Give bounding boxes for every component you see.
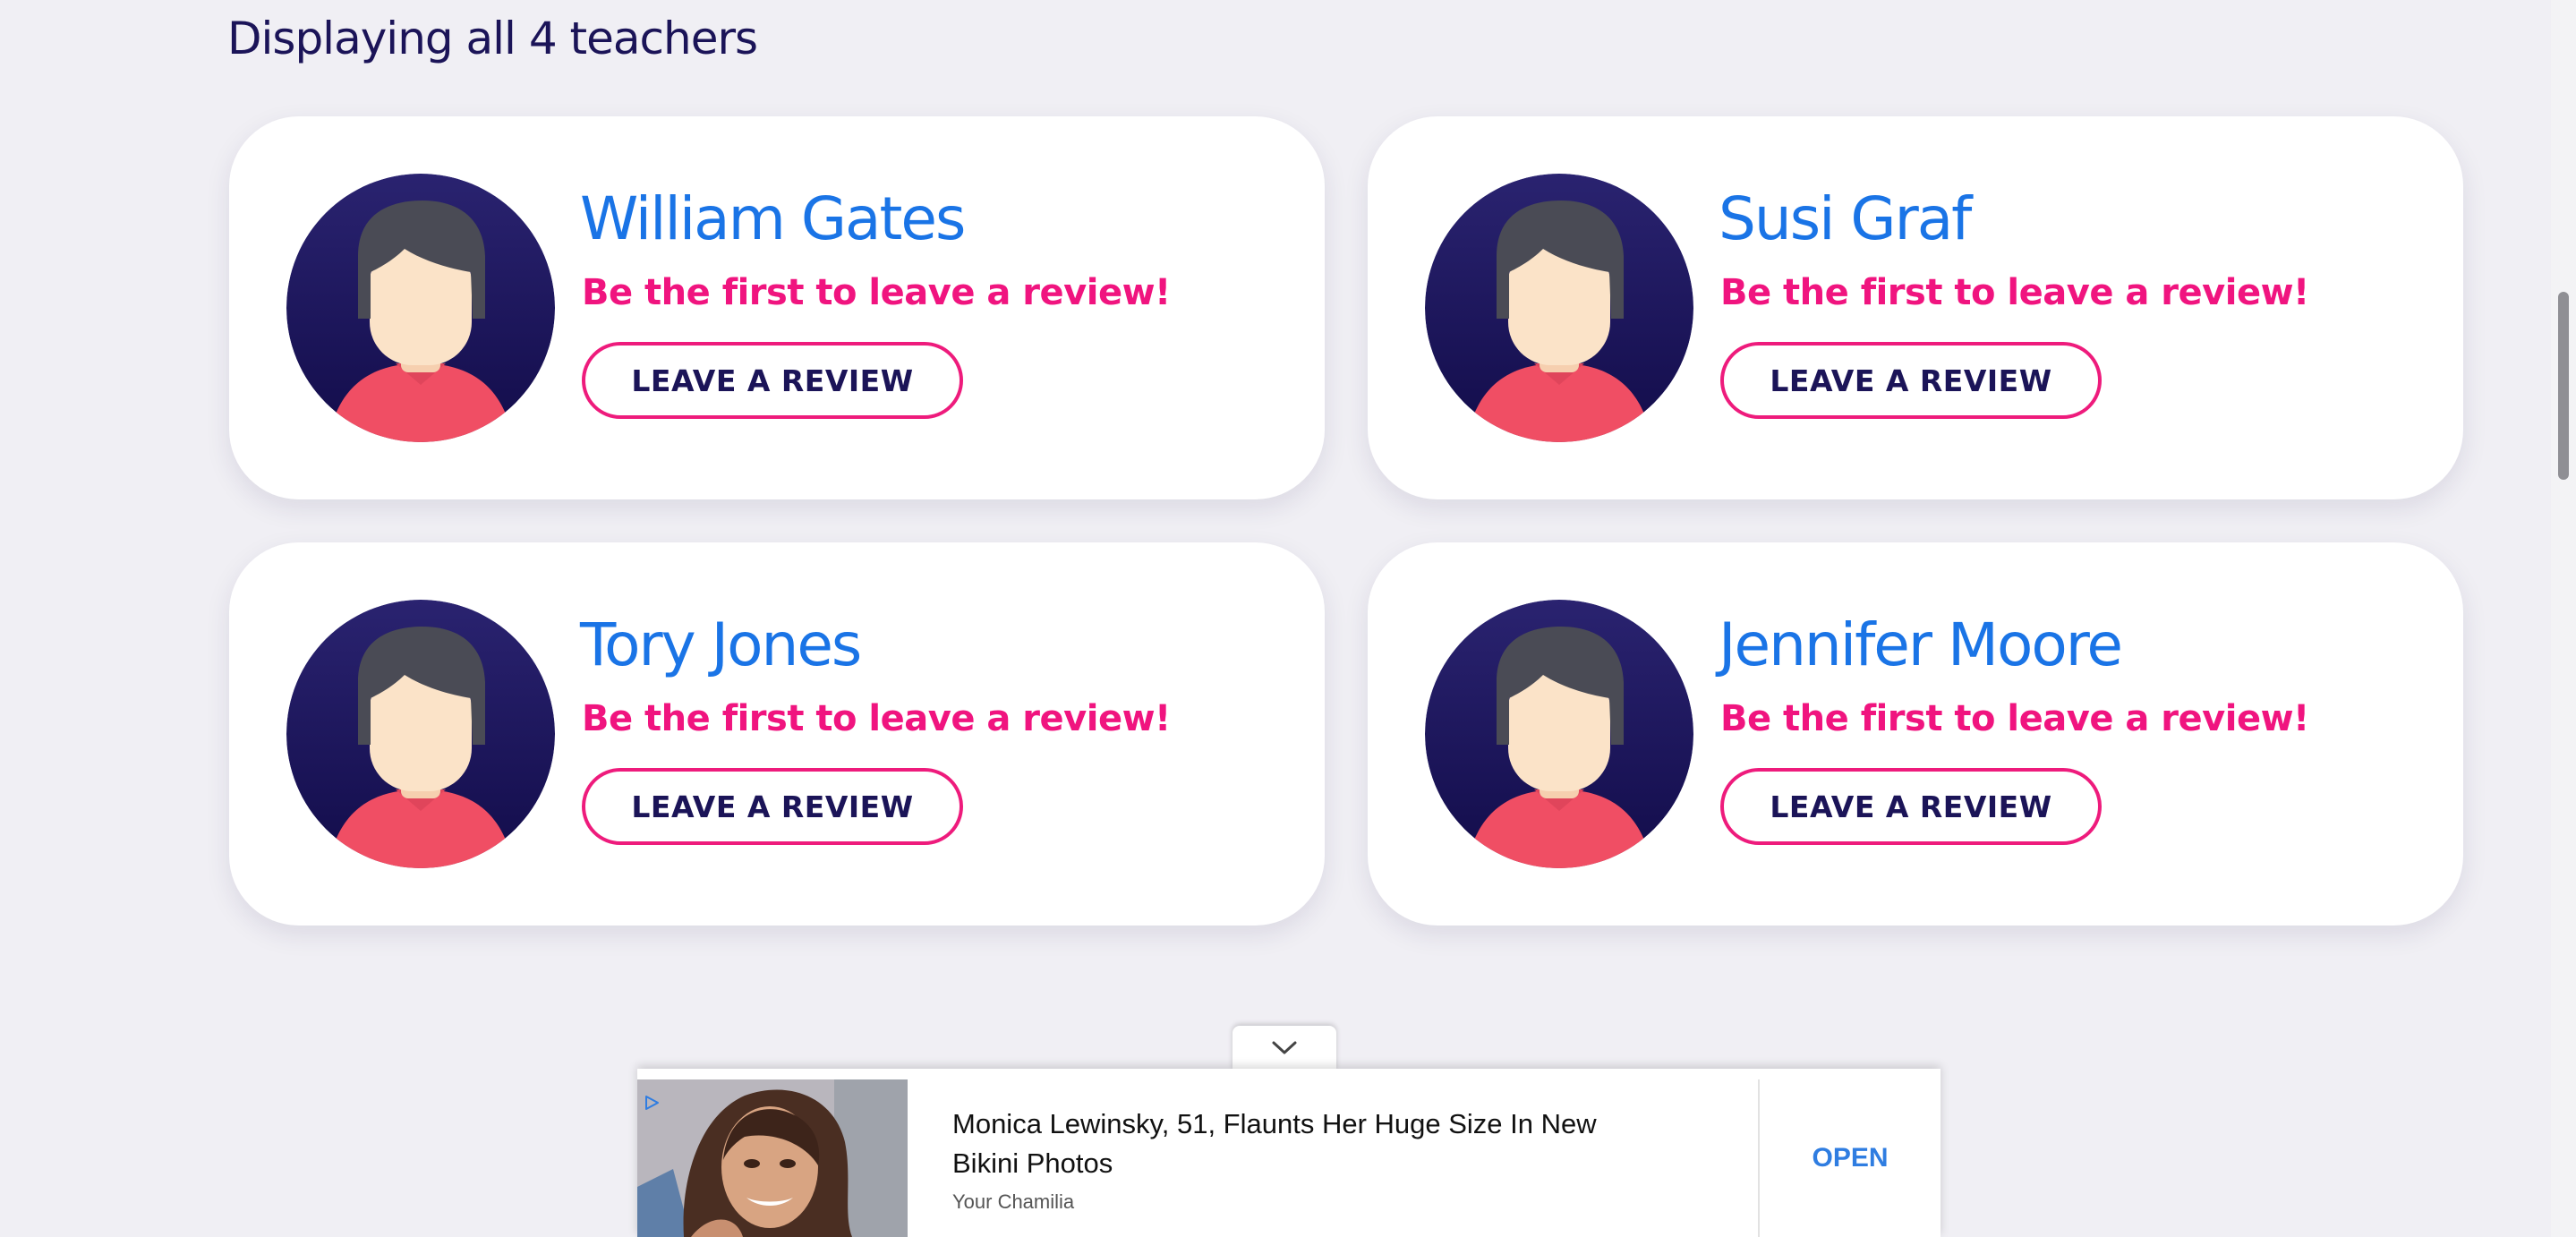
teacher-name[interactable]: Tory Jones — [580, 610, 862, 679]
ad-choices-icon[interactable] — [643, 1094, 661, 1115]
teacher-avatar-icon — [1425, 600, 1693, 868]
page-scrollbar[interactable] — [2551, 0, 2576, 1237]
teacher-card: Tory Jones Be the first to leave a revie… — [229, 542, 1325, 926]
review-prompt: Be the first to leave a review! — [582, 272, 1171, 313]
teacher-avatar-icon — [1425, 174, 1693, 442]
teacher-name[interactable]: Susi Graf — [1719, 184, 1972, 253]
ad-photo — [637, 1079, 908, 1237]
teacher-card: Susi Graf Be the first to leave a review… — [1368, 116, 2463, 499]
review-prompt: Be the first to leave a review! — [582, 698, 1171, 739]
results-heading: Displaying all 4 teachers — [227, 13, 758, 64]
review-prompt: Be the first to leave a review! — [1720, 698, 2309, 739]
teacher-name[interactable]: William Gates — [580, 184, 966, 253]
ad-image[interactable] — [637, 1079, 908, 1237]
avatar — [286, 174, 555, 442]
scrollbar-thumb[interactable] — [2558, 292, 2569, 480]
ad-collapse-toggle[interactable] — [1233, 1026, 1336, 1071]
ad-open-button[interactable]: OPEN — [1760, 1079, 1941, 1237]
review-prompt: Be the first to leave a review! — [1720, 272, 2309, 313]
avatar — [286, 600, 555, 868]
leave-review-button[interactable]: LEAVE A REVIEW — [582, 342, 963, 419]
leave-review-button[interactable]: LEAVE A REVIEW — [1720, 768, 2102, 845]
teacher-avatar-icon — [286, 174, 555, 442]
avatar — [1425, 600, 1693, 868]
teacher-name[interactable]: Jennifer Moore — [1719, 610, 2123, 679]
ad-headline[interactable]: Monica Lewinsky, 51, Flaunts Her Huge Si… — [952, 1105, 1651, 1183]
ad-source: Your Chamilia — [952, 1190, 1075, 1213]
chevron-down-icon — [1272, 1041, 1297, 1054]
teacher-card: Jennifer Moore Be the first to leave a r… — [1368, 542, 2463, 926]
avatar — [1425, 174, 1693, 442]
ad-banner[interactable]: Monica Lewinsky, 51, Flaunts Her Huge Si… — [637, 1069, 1941, 1237]
teacher-card: William Gates Be the first to leave a re… — [229, 116, 1325, 499]
leave-review-button[interactable]: LEAVE A REVIEW — [582, 768, 963, 845]
leave-review-button[interactable]: LEAVE A REVIEW — [1720, 342, 2102, 419]
teacher-avatar-icon — [286, 600, 555, 868]
